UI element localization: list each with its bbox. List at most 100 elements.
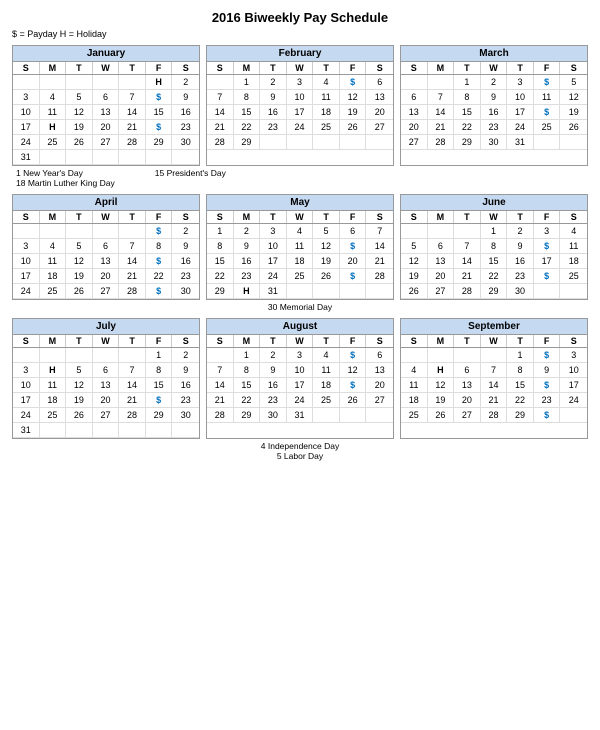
calendar-cell <box>66 150 93 165</box>
calendar-cell: 24 <box>13 408 40 423</box>
calendar-cell <box>313 284 340 299</box>
dow-label: T <box>454 211 481 223</box>
calendar-cell <box>560 135 587 150</box>
calendar-january: JanuarySMTWTFSH234567$91011121314151617H… <box>12 45 200 166</box>
calendar-cell: 6 <box>366 348 393 363</box>
calendar-cell: 28 <box>366 269 393 284</box>
calendar-cell: 11 <box>40 254 67 269</box>
calendar-cell: 12 <box>428 378 455 393</box>
calendar-cell: 10 <box>560 363 587 378</box>
dow-label: F <box>534 62 561 74</box>
calendar-cell: 3 <box>287 75 314 90</box>
calendar-cell: 14 <box>119 105 146 120</box>
calendar-cell <box>66 348 93 363</box>
calendar-cell: $ <box>534 75 561 90</box>
calendar-cell: 6 <box>428 239 455 254</box>
calendar-cell: 21 <box>207 393 234 408</box>
calendar-cell: 25 <box>401 408 428 423</box>
calendar-cell: 10 <box>507 90 534 105</box>
calendar-cell <box>93 75 120 90</box>
dow-label: T <box>260 62 287 74</box>
calendar-cell <box>560 408 587 423</box>
dow-label: S <box>207 335 234 347</box>
calendar-cell <box>119 348 146 363</box>
calendar-cell: 4 <box>40 90 67 105</box>
calendar-cell: 19 <box>66 269 93 284</box>
calendar-cell: 20 <box>340 254 367 269</box>
dow-label: S <box>207 211 234 223</box>
calendar-cell: $ <box>146 284 173 299</box>
calendar-cell <box>146 150 173 165</box>
calendar-cell: 14 <box>207 378 234 393</box>
calendar-cell: 26 <box>401 284 428 299</box>
calendar-cell: 23 <box>481 120 508 135</box>
calendar-cell: 5 <box>313 224 340 239</box>
calendar-cell <box>40 348 67 363</box>
jan-notes: 1 New Year's Day18 Martin Luther King Da… <box>16 168 115 188</box>
calendar-cell: 12 <box>401 254 428 269</box>
calendar-cell: 21 <box>119 120 146 135</box>
calendar-cell: 11 <box>40 105 67 120</box>
calendar-cell: 1 <box>454 75 481 90</box>
calendar-cell <box>340 408 367 423</box>
calendar-cell: 14 <box>119 254 146 269</box>
calendar-cell: 18 <box>401 393 428 408</box>
calendar-cell: 6 <box>93 239 120 254</box>
calendar-april: AprilSMTWTFS$234567891011121314$16171819… <box>12 194 200 300</box>
calendar-cell: 23 <box>260 393 287 408</box>
dow-label: W <box>481 62 508 74</box>
dow-label: T <box>66 335 93 347</box>
dow-label: S <box>172 62 199 74</box>
calendar-cell: 28 <box>454 284 481 299</box>
calendar-cell: 2 <box>234 224 261 239</box>
calendar-cell: 11 <box>560 239 587 254</box>
calendar-cell: 20 <box>428 269 455 284</box>
notes-text: 30 Memorial Day <box>12 302 588 312</box>
calendar-cell: 22 <box>234 393 261 408</box>
calendar-cell: 4 <box>560 224 587 239</box>
calendar-cell: 25 <box>534 120 561 135</box>
calendar-cell: 20 <box>454 393 481 408</box>
calendar-cell <box>66 423 93 438</box>
calendar-cell: 19 <box>340 105 367 120</box>
calendar-cell: $ <box>146 224 173 239</box>
calendar-august: AugustSMTWTFS1234$6789101112131415161718… <box>206 318 394 439</box>
calendar-cell: 14 <box>481 378 508 393</box>
calendar-cell <box>560 284 587 299</box>
calendar-cell: 31 <box>13 150 40 165</box>
dow-label: T <box>66 62 93 74</box>
calendar-cell: 9 <box>260 90 287 105</box>
calendar-cell: 24 <box>507 120 534 135</box>
calendar-cell <box>340 284 367 299</box>
calendar-cell: 16 <box>507 254 534 269</box>
dow-label: S <box>401 62 428 74</box>
calendar-cell: 1 <box>146 348 173 363</box>
calendar-cell: 26 <box>340 393 367 408</box>
calendar-cell <box>313 135 340 150</box>
dow-label: W <box>93 211 120 223</box>
calendar-cell: 23 <box>234 269 261 284</box>
calendar-cell: 18 <box>40 393 67 408</box>
calendar-header: June <box>401 195 587 211</box>
calendar-cell: 22 <box>234 120 261 135</box>
calendar-cell: 14 <box>454 254 481 269</box>
calendar-cell <box>93 348 120 363</box>
dow-label: T <box>507 335 534 347</box>
calendar-cell: 11 <box>313 363 340 378</box>
calendar-cell: 2 <box>172 75 199 90</box>
calendar-cell <box>119 75 146 90</box>
calendar-cell: 13 <box>428 254 455 269</box>
calendar-cell: 12 <box>66 378 93 393</box>
calendar-cell: 21 <box>481 393 508 408</box>
dow-label: S <box>401 211 428 223</box>
calendar-cell <box>401 224 428 239</box>
calendar-cell <box>340 135 367 150</box>
calendar-cell: 9 <box>234 239 261 254</box>
calendar-cell: 29 <box>234 408 261 423</box>
calendar-cell: 9 <box>481 90 508 105</box>
calendar-june: JuneSMTWTFS123456789$1112131415161718192… <box>400 194 588 300</box>
calendar-cell: 15 <box>507 378 534 393</box>
calendar-cell: 27 <box>454 408 481 423</box>
calendar-cell: 1 <box>207 224 234 239</box>
calendar-cell: 30 <box>260 408 287 423</box>
